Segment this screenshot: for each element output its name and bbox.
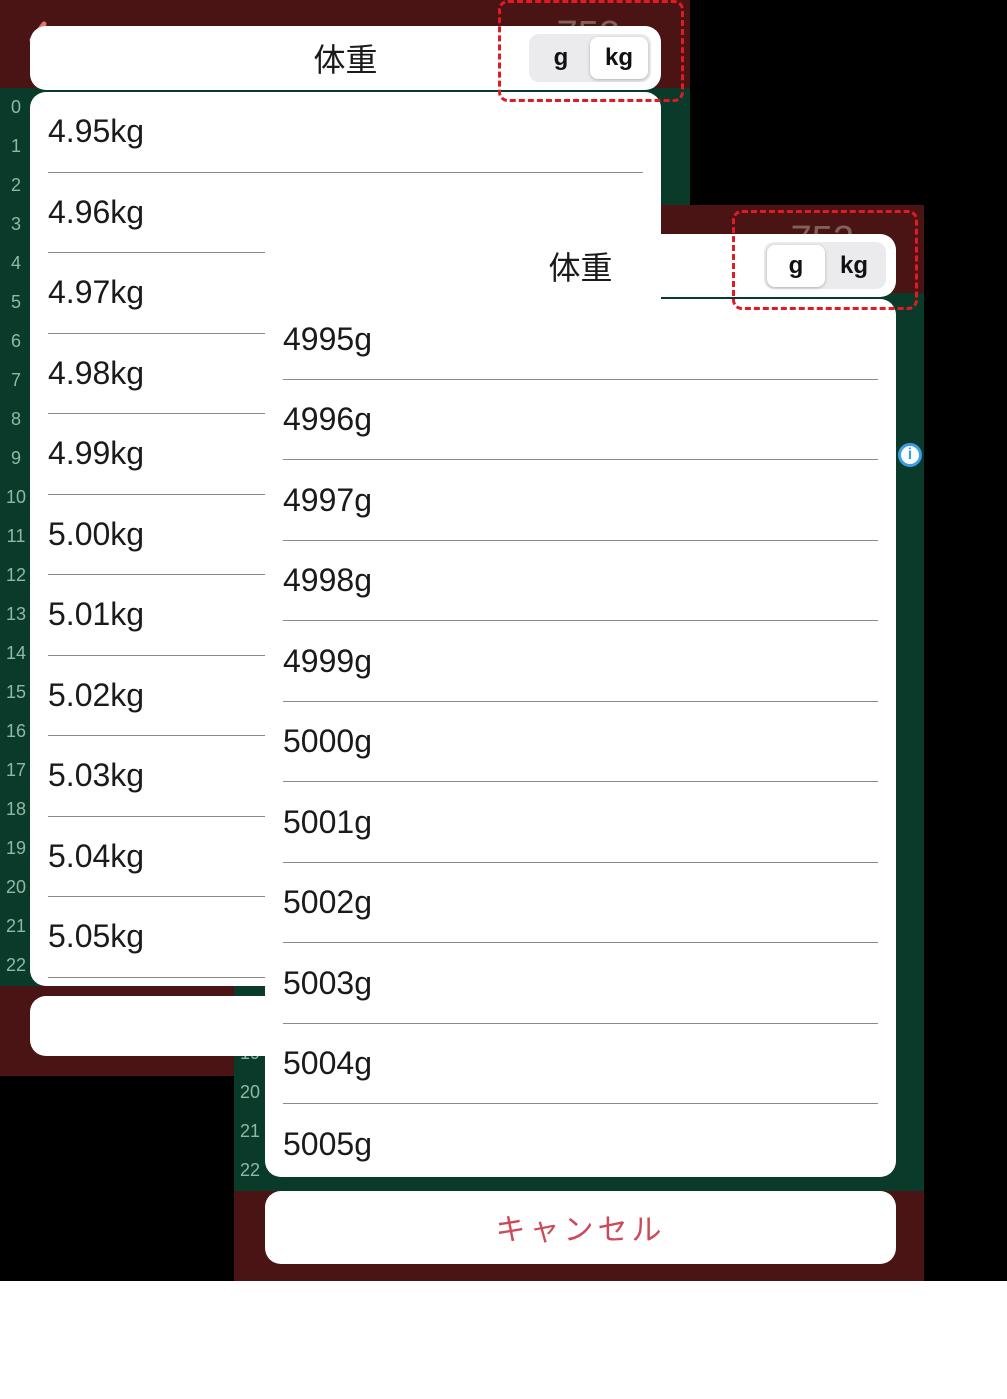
unit-option-g[interactable]: g (532, 37, 590, 79)
unit-segmented-control[interactable]: g kg (529, 34, 651, 82)
unit-option-g[interactable]: g (767, 245, 825, 287)
weight-option[interactable]: 4999g (283, 621, 878, 702)
hour-marker: 12 (0, 556, 32, 595)
unit-option-kg[interactable]: kg (590, 37, 648, 79)
modal-title: 体重 (548, 243, 612, 289)
canvas-bottom-fill (0, 1281, 1007, 1399)
hour-marker: 18 (0, 790, 32, 829)
hour-marker: 14 (0, 634, 32, 673)
hour-marker: 8 (0, 400, 32, 439)
hour-marker: 9 (0, 439, 32, 478)
weight-option[interactable]: 4.95kg (48, 92, 643, 173)
hour-marker: 17 (0, 751, 32, 790)
hour-marker: 22 (0, 946, 32, 985)
weight-option[interactable]: 5001g (283, 782, 878, 863)
hour-marker: 11 (0, 517, 32, 556)
unit-segmented-control[interactable]: g kg (764, 242, 886, 289)
hour-marker: 1 (0, 127, 32, 166)
hour-marker: 10 (0, 478, 32, 517)
weight-picker-modal-g: 体重 g kg 4995g4996g4997g4998g4999g5000g50… (265, 234, 896, 1264)
unit-option-kg[interactable]: kg (825, 245, 883, 287)
weight-option[interactable]: 5002g (283, 863, 878, 944)
hour-marker: 16 (0, 712, 32, 751)
weight-option[interactable]: 5004g (283, 1024, 878, 1105)
modal-header: 体重 g kg (265, 234, 896, 297)
hour-marker: 6 (0, 322, 32, 361)
modal-header: 体重 g kg (30, 26, 661, 90)
weight-option[interactable]: 4998g (283, 541, 878, 622)
weight-option[interactable]: 5005g (283, 1104, 878, 1176)
hour-marker: 7 (0, 361, 32, 400)
hour-marker: 21 (0, 907, 32, 946)
hour-marker: 20 (234, 1073, 266, 1112)
info-icon[interactable]: i (898, 443, 922, 467)
weight-option-list[interactable]: 4995g4996g4997g4998g4999g5000g5001g5002g… (265, 299, 896, 1176)
weight-option[interactable]: 5000g (283, 702, 878, 783)
hour-ruler: 01234567891011121314151617181920212223 (0, 88, 32, 1076)
hour-marker: 5 (0, 283, 32, 322)
hour-marker: 19 (0, 829, 32, 868)
hour-marker: 21 (234, 1112, 266, 1151)
hour-marker: 15 (0, 673, 32, 712)
canvas: 2020/7/31(金) 752日目 012345678910111213141… (0, 0, 1007, 1399)
hour-marker: 0 (0, 88, 32, 127)
hour-marker: 2 (0, 166, 32, 205)
hour-marker: 13 (0, 595, 32, 634)
hour-marker: 3 (0, 205, 32, 244)
weight-option[interactable]: 5003g (283, 943, 878, 1024)
weight-option[interactable]: 4995g (283, 299, 878, 380)
hour-marker: 22 (234, 1151, 266, 1190)
hour-marker: 4 (0, 244, 32, 283)
weight-option[interactable]: 4996g (283, 380, 878, 461)
weight-option[interactable]: 4997g (283, 460, 878, 541)
hour-marker: 20 (0, 868, 32, 907)
modal-title: 体重 (313, 35, 377, 81)
cancel-button[interactable]: キャンセル (265, 1191, 896, 1264)
